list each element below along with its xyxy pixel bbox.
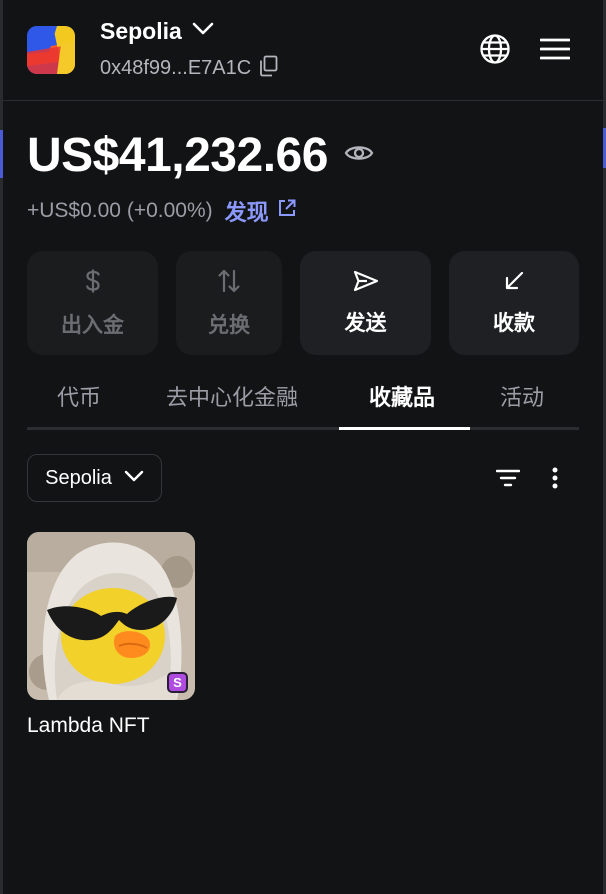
swap-icon xyxy=(217,268,241,299)
buy-sell-button[interactable]: 出入金 xyxy=(27,251,158,355)
action-buttons: 出入金 兑换 发送 收款 xyxy=(27,251,579,355)
tab-tokens[interactable]: 代币 xyxy=(57,380,101,412)
network-selector[interactable]: Sepolia xyxy=(100,18,214,45)
receive-icon xyxy=(503,270,525,297)
balance-change: +US$0.00 (+0.00%) xyxy=(27,199,213,222)
background-page-edge xyxy=(0,130,3,178)
copy-icon[interactable] xyxy=(259,55,279,82)
discover-label: 发现 xyxy=(224,200,269,225)
network-filter-label: Sepolia xyxy=(45,466,112,489)
eye-icon[interactable] xyxy=(344,142,374,169)
swap-button[interactable]: 兑换 xyxy=(176,251,282,355)
globe-icon[interactable] xyxy=(478,32,512,66)
network-badge: S xyxy=(167,672,188,693)
active-tab-indicator xyxy=(339,427,470,430)
nft-card[interactable]: S xyxy=(27,532,195,700)
account-address-row: 0x48f99...E7A1C xyxy=(100,55,279,82)
chevron-down-icon xyxy=(192,22,214,41)
send-button[interactable]: 发送 xyxy=(300,251,431,355)
tab-activity[interactable]: 活动 xyxy=(500,380,544,412)
dollar-icon xyxy=(83,268,103,299)
account-address: 0x48f99...E7A1C xyxy=(100,57,252,79)
balance-row: US$41,232.66 xyxy=(27,128,374,183)
wallet-header: Sepolia 0x48f99...E7A1C xyxy=(0,0,606,101)
asset-tabs: 代币 去中心化金融 收藏品 活动 xyxy=(27,372,579,430)
sort-filter-icon[interactable] xyxy=(491,461,525,495)
external-link-icon xyxy=(277,198,297,224)
discover-link[interactable]: 发现 xyxy=(225,195,297,227)
receive-label: 收款 xyxy=(493,311,535,335)
tab-defi[interactable]: 去中心化金融 xyxy=(166,380,298,412)
nft-name: Lambda NFT xyxy=(27,714,150,737)
menu-icon[interactable] xyxy=(538,32,572,66)
send-icon xyxy=(353,270,379,297)
swap-label: 兑换 xyxy=(208,313,250,337)
tab-collectibles[interactable]: 收藏品 xyxy=(369,380,435,412)
buy-sell-label: 出入金 xyxy=(61,313,124,337)
total-balance: US$41,232.66 xyxy=(27,129,328,182)
more-options-icon[interactable] xyxy=(538,461,572,495)
receive-button[interactable]: 收款 xyxy=(449,251,579,355)
account-avatar[interactable] xyxy=(27,26,75,74)
collectibles-network-filter[interactable]: Sepolia xyxy=(27,454,162,502)
network-name: Sepolia xyxy=(100,18,182,44)
send-label: 发送 xyxy=(344,311,387,335)
chevron-down-icon xyxy=(124,469,144,487)
balance-change-row: +US$0.00 (+0.00%) 发现 xyxy=(27,195,297,227)
